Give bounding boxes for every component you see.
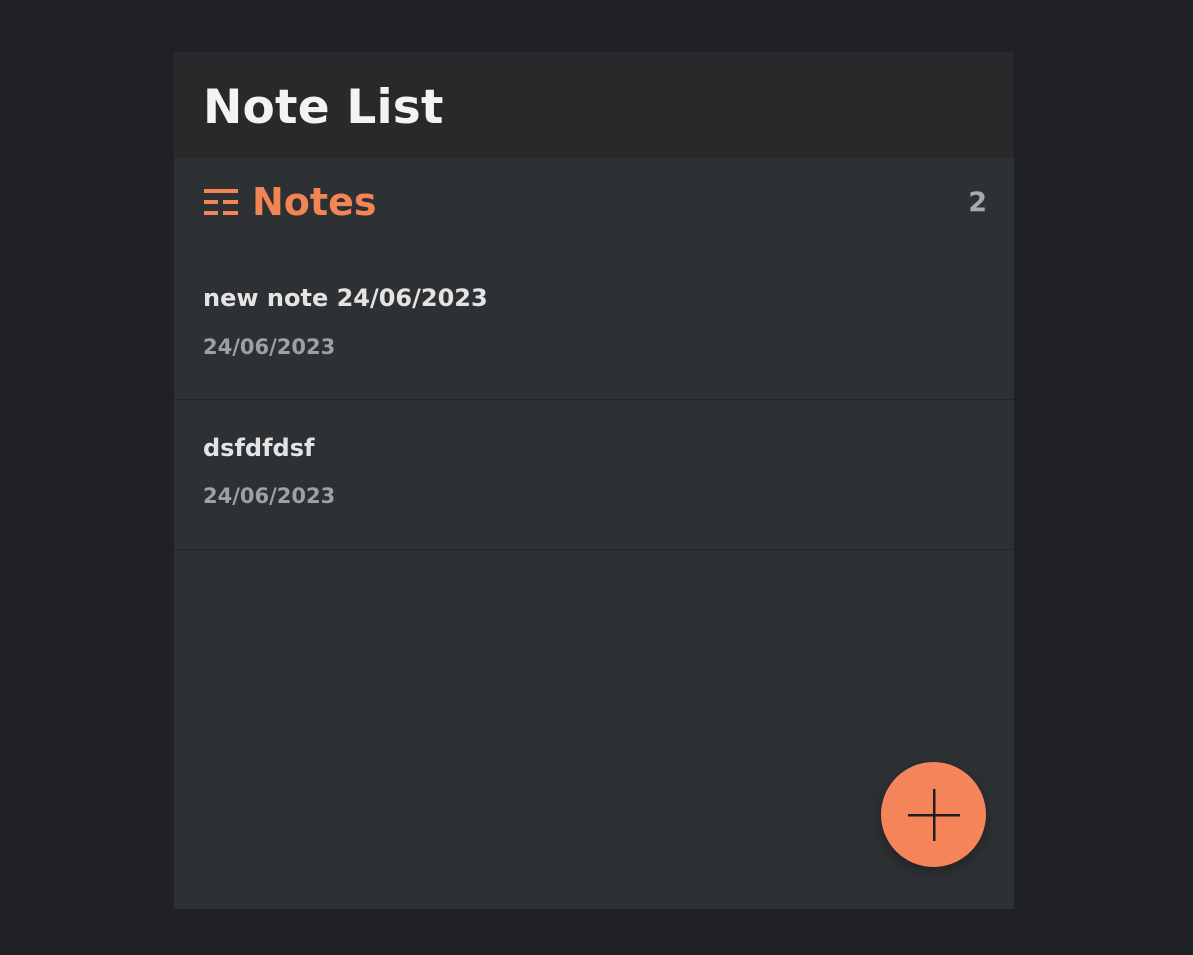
app-header: Note List (174, 52, 1014, 158)
add-note-button[interactable] (881, 762, 986, 867)
note-list-item[interactable]: dsfdfdsf 24/06/2023 (174, 400, 1014, 550)
page-title: Note List (203, 79, 444, 135)
note-date: 24/06/2023 (203, 484, 336, 508)
note-count-badge: 2 (968, 186, 987, 218)
note-app-panel: Note List Notes 2 new note 24/06/2023 24… (174, 52, 1014, 909)
note-title: new note 24/06/2023 (203, 284, 488, 312)
list-icon (204, 185, 238, 219)
note-date: 24/06/2023 (203, 335, 336, 359)
section-title: Notes (252, 180, 377, 224)
note-list-item[interactable]: new note 24/06/2023 24/06/2023 (174, 258, 1014, 400)
note-list: new note 24/06/2023 24/06/2023 dsfdfdsf … (174, 258, 1014, 550)
note-title: dsfdfdsf (203, 434, 315, 462)
plus-icon (907, 788, 961, 842)
notes-section-header: Notes 2 (174, 158, 1014, 246)
